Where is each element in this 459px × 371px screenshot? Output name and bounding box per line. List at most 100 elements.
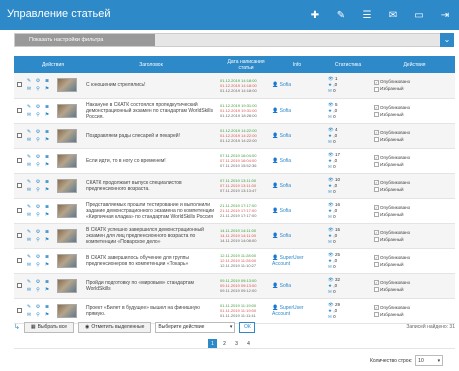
settings-icon[interactable]: ⚙ <box>35 204 41 210</box>
camera-icon[interactable]: ◙ <box>44 254 50 260</box>
camera-icon[interactable]: ◙ <box>44 204 50 210</box>
comment-icon[interactable]: ✉ <box>26 237 32 243</box>
comment-icon[interactable]: ✉ <box>26 187 32 193</box>
edit-icon[interactable]: ✎ <box>26 78 32 84</box>
attach-icon[interactable]: ⚲ <box>35 212 41 218</box>
featured-checkbox[interactable] <box>374 86 380 92</box>
article-thumbnail[interactable] <box>57 203 77 218</box>
featured-checkbox[interactable] <box>374 161 380 167</box>
monitor-icon[interactable]: ▭ <box>409 5 429 25</box>
settings-icon[interactable]: ⚙ <box>35 154 41 160</box>
featured-checkbox[interactable] <box>374 211 380 217</box>
published-checkbox[interactable]: ✓ <box>374 279 380 285</box>
article-author[interactable]: 👤 Sofia <box>272 123 323 149</box>
flag-icon[interactable]: ⚑ <box>44 287 50 293</box>
page-2[interactable]: 2 <box>220 339 229 348</box>
camera-icon[interactable]: ◙ <box>44 104 50 110</box>
edit-icon[interactable]: ✎ <box>26 304 32 310</box>
attach-icon[interactable]: ⚲ <box>35 312 41 318</box>
featured-checkbox[interactable] <box>374 261 380 267</box>
article-thumbnail[interactable] <box>57 253 77 268</box>
row-checkbox[interactable] <box>16 307 22 313</box>
article-title[interactable]: СКАТК продолжает выпуск специалистов пре… <box>82 173 221 199</box>
featured-checkbox[interactable] <box>374 186 380 192</box>
flag-icon[interactable]: ⚑ <box>44 262 50 268</box>
settings-icon[interactable]: ⚙ <box>35 78 41 84</box>
article-thumbnail[interactable] <box>57 103 77 118</box>
settings-icon[interactable]: ⚙ <box>35 229 41 235</box>
camera-icon[interactable]: ◙ <box>44 154 50 160</box>
chevron-down-icon[interactable]: ⌄ <box>440 33 454 47</box>
comment-icon[interactable]: ✉ <box>26 162 32 168</box>
edit-icon[interactable]: ✎ <box>331 5 351 25</box>
settings-icon[interactable]: ⚙ <box>35 254 41 260</box>
camera-icon[interactable]: ◙ <box>44 179 50 185</box>
attach-icon[interactable]: ⚲ <box>35 137 41 143</box>
published-checkbox[interactable]: ✓ <box>374 254 380 260</box>
article-thumbnail[interactable] <box>57 303 77 318</box>
camera-icon[interactable]: ◙ <box>44 129 50 135</box>
comment-icon[interactable]: ✉ <box>26 112 32 118</box>
article-author[interactable]: 👤 Sofia <box>272 98 323 124</box>
flag-icon[interactable]: ⚑ <box>44 187 50 193</box>
article-author[interactable]: 👤 Sofia <box>272 73 323 99</box>
camera-icon[interactable]: ◙ <box>44 78 50 84</box>
published-checkbox[interactable]: ✓ <box>374 204 380 210</box>
comment-icon[interactable]: ✉ <box>26 137 32 143</box>
published-checkbox[interactable]: ✓ <box>374 179 380 185</box>
article-author[interactable]: 👤 SuperUser Account <box>272 248 323 274</box>
rows-per-page-select[interactable]: 10 ▾ <box>415 355 444 366</box>
settings-icon[interactable]: ⚙ <box>35 179 41 185</box>
edit-icon[interactable]: ✎ <box>26 179 32 185</box>
flag-icon[interactable]: ⚑ <box>44 162 50 168</box>
list-icon[interactable]: ☰ <box>357 5 377 25</box>
row-checkbox[interactable] <box>16 182 22 188</box>
attach-icon[interactable]: ⚲ <box>35 262 41 268</box>
edit-icon[interactable]: ✎ <box>26 254 32 260</box>
column-header-title[interactable]: Заголовок <box>82 56 221 73</box>
camera-icon[interactable]: ◙ <box>44 304 50 310</box>
plus-icon[interactable]: ✚ <box>305 5 325 25</box>
edit-icon[interactable]: ✎ <box>26 279 32 285</box>
comment-icon[interactable]: ✉ <box>26 212 32 218</box>
article-title[interactable]: Если идти, то в ногу со временем! <box>82 148 221 174</box>
published-checkbox[interactable]: ✓ <box>374 229 380 235</box>
row-checkbox[interactable] <box>16 232 22 238</box>
article-thumbnail[interactable] <box>57 153 77 168</box>
attach-icon[interactable]: ⚲ <box>35 187 41 193</box>
row-checkbox[interactable] <box>16 257 22 263</box>
comment-icon[interactable]: ✉ <box>26 312 32 318</box>
row-checkbox[interactable] <box>16 107 22 113</box>
ok-button[interactable]: ОК <box>239 321 256 333</box>
edit-icon[interactable]: ✎ <box>26 129 32 135</box>
article-title[interactable]: В СКАТК успешно завершился демонстрацион… <box>82 223 221 249</box>
article-author[interactable]: 👤 Sofia <box>272 198 323 224</box>
settings-icon[interactable]: ⚙ <box>35 279 41 285</box>
featured-checkbox[interactable] <box>374 311 380 317</box>
article-author[interactable]: 👤 Sofia <box>272 173 323 199</box>
attach-icon[interactable]: ⚲ <box>35 162 41 168</box>
published-checkbox[interactable]: ✓ <box>374 79 380 85</box>
article-thumbnail[interactable] <box>57 78 77 93</box>
camera-icon[interactable]: ◙ <box>44 229 50 235</box>
comment-icon[interactable]: ✉ <box>26 86 32 92</box>
attach-icon[interactable]: ⚲ <box>35 237 41 243</box>
row-checkbox[interactable] <box>16 157 22 163</box>
article-title[interactable]: Пройди подготовку по «мировым» стандарта… <box>82 273 221 299</box>
article-title[interactable]: В СКАТК завершилось обучение для группы … <box>82 248 221 274</box>
select-all-button[interactable]: ▦ Выбрать все <box>23 321 75 333</box>
comment-icon[interactable]: ✉ <box>26 262 32 268</box>
bulk-action-select[interactable]: Выберите действие ▾ <box>155 321 236 333</box>
article-thumbnail[interactable] <box>57 128 77 143</box>
chat-icon[interactable]: ✉ <box>383 5 403 25</box>
flag-icon[interactable]: ⚑ <box>44 112 50 118</box>
featured-checkbox[interactable] <box>374 236 380 242</box>
settings-icon[interactable]: ⚙ <box>35 304 41 310</box>
row-checkbox[interactable] <box>16 132 22 138</box>
edit-icon[interactable]: ✎ <box>26 154 32 160</box>
row-checkbox[interactable] <box>16 282 22 288</box>
featured-checkbox[interactable] <box>374 111 380 117</box>
flag-icon[interactable]: ⚑ <box>44 312 50 318</box>
page-4[interactable]: 4 <box>244 339 253 348</box>
published-checkbox[interactable]: ✓ <box>374 104 380 110</box>
